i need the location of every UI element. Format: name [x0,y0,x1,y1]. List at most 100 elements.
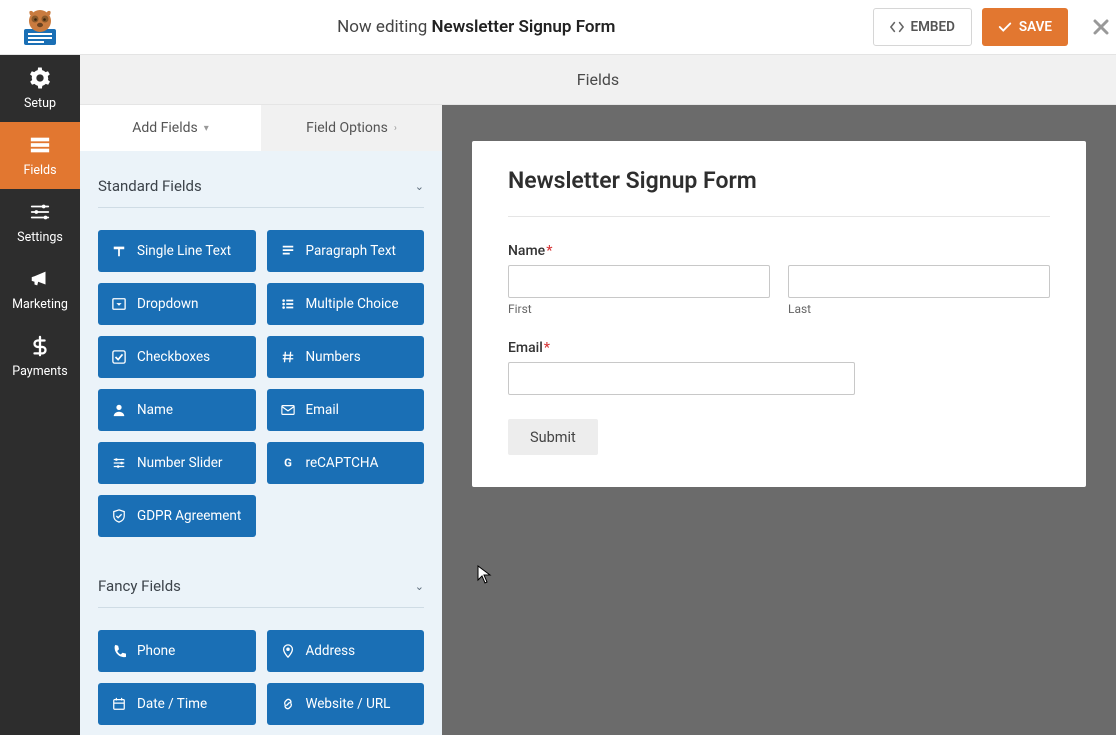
form-title: Newsletter Signup Form [508,167,1050,217]
section-title: Standard Fields [98,177,202,195]
tab-add-fields[interactable]: Add Fields ▾ [80,105,261,151]
form-name: Newsletter Signup Form [432,17,616,37]
nav-settings[interactable]: Settings [0,189,80,256]
para-icon [281,244,295,258]
field-button-gdpr-agreement[interactable]: GDPR Agreement [98,495,256,537]
fancy-fields-grid: Phone Address Date / Time Website / URL [98,608,424,725]
field-button-name[interactable]: Name [98,389,256,431]
nav-label: Marketing [12,297,68,312]
embed-label: EMBED [911,19,955,35]
submit-button[interactable]: Submit [508,419,598,455]
field-button-label: Dropdown [137,296,199,312]
svg-text:G: G [284,456,292,470]
field-button-label: Name [137,402,173,418]
first-name-input[interactable] [508,265,770,298]
embed-button[interactable]: EMBED [873,8,972,46]
phone-icon [112,644,126,658]
field-label: Name* [508,243,1050,259]
code-icon [890,20,904,34]
nav-setup[interactable]: Setup [0,55,80,122]
field-button-multiple-choice[interactable]: Multiple Choice [267,283,425,325]
tab-field-options[interactable]: Field Options › [261,105,442,151]
field-button-label: Number Slider [137,455,223,471]
tab-label: Field Options [306,120,388,136]
chevron-down-icon: ▾ [204,123,209,134]
pin-icon [281,644,295,658]
required-asterisk: * [546,243,552,259]
mail-icon [281,403,295,417]
list-icon [281,297,295,311]
cal-icon [112,697,126,711]
g-icon: G [281,456,295,470]
field-button-label: Numbers [306,349,361,365]
section-title: Fancy Fields [98,577,181,595]
save-button[interactable]: SAVE [982,8,1068,46]
field-button-label: Multiple Choice [306,296,399,312]
editing-prefix: Now editing [337,17,431,37]
check-icon [112,350,126,364]
user-icon [112,403,126,417]
field-button-checkboxes[interactable]: Checkboxes [98,336,256,378]
wpforms-logo-icon [16,7,64,47]
email-input[interactable] [508,362,855,395]
field-button-single-line-text[interactable]: Single Line Text [98,230,256,272]
nav-payments[interactable]: Payments [0,323,80,390]
nav-marketing[interactable]: Marketing [0,256,80,323]
builder-title: Fields [80,55,1116,105]
close-button[interactable] [1086,0,1116,55]
top-bar: Now editing Newsletter Signup Form EMBED… [0,0,1116,55]
field-button-label: Paragraph Text [306,243,396,259]
field-button-email[interactable]: Email [267,389,425,431]
chevron-right-icon: › [394,123,397,134]
logo[interactable] [0,0,80,55]
tab-label: Add Fields [132,120,198,136]
field-button-number-slider[interactable]: Number Slider [98,442,256,484]
field-button-label: reCAPTCHA [306,455,379,471]
field-button-label: Address [306,643,356,659]
hash-icon [281,350,295,364]
field-button-dropdown[interactable]: Dropdown [98,283,256,325]
form-preview: Newsletter Signup Form Name* First Last [442,105,1116,735]
form-card[interactable]: Newsletter Signup Form Name* First Last [472,141,1086,487]
workspace: Setup Fields Settings Marketing Payments… [0,55,1116,735]
field-button-label: Single Line Text [137,243,231,259]
nav-fields[interactable]: Fields [0,122,80,189]
bullhorn-icon [29,268,51,290]
save-label: SAVE [1019,19,1052,35]
panel-scroll[interactable]: Standard Fields ⌄ Single Line Text Paragr… [80,151,442,735]
nav-label: Settings [17,230,63,245]
required-asterisk: * [544,340,550,356]
nav-label: Setup [24,96,56,111]
text-icon [112,244,126,258]
field-button-address[interactable]: Address [267,630,425,672]
nav-label: Payments [12,364,67,379]
sliders-icon [112,456,126,470]
field-button-numbers[interactable]: Numbers [267,336,425,378]
dollar-icon [29,335,51,357]
top-actions: EMBED SAVE [873,8,1087,46]
field-button-label: Phone [137,643,175,659]
field-button-phone[interactable]: Phone [98,630,256,672]
field-button-website-url[interactable]: Website / URL [267,683,425,725]
editing-title: Now editing Newsletter Signup Form [80,17,873,37]
nav-label: Fields [23,163,56,178]
caret-icon [112,297,126,311]
field-email: Email* [508,340,1050,395]
sliders-icon [29,201,51,223]
shield-icon [112,509,126,523]
last-name-input[interactable] [788,265,1050,298]
link-icon [281,697,295,711]
field-name: Name* First Last [508,243,1050,316]
field-button-label: Date / Time [137,696,207,712]
field-button-date-time[interactable]: Date / Time [98,683,256,725]
builder-body: Add Fields ▾ Field Options › Standard Fi… [80,105,1116,735]
field-button-label: GDPR Agreement [137,508,241,524]
list-icon [29,134,51,156]
close-icon [1093,19,1109,35]
section-standard-fields[interactable]: Standard Fields ⌄ [98,151,424,208]
field-button-recaptcha[interactable]: GreCAPTCHA [267,442,425,484]
field-button-paragraph-text[interactable]: Paragraph Text [267,230,425,272]
section-fancy-fields[interactable]: Fancy Fields ⌄ [98,551,424,608]
panel-tabs: Add Fields ▾ Field Options › [80,105,442,151]
fields-panel: Add Fields ▾ Field Options › Standard Fi… [80,105,442,735]
